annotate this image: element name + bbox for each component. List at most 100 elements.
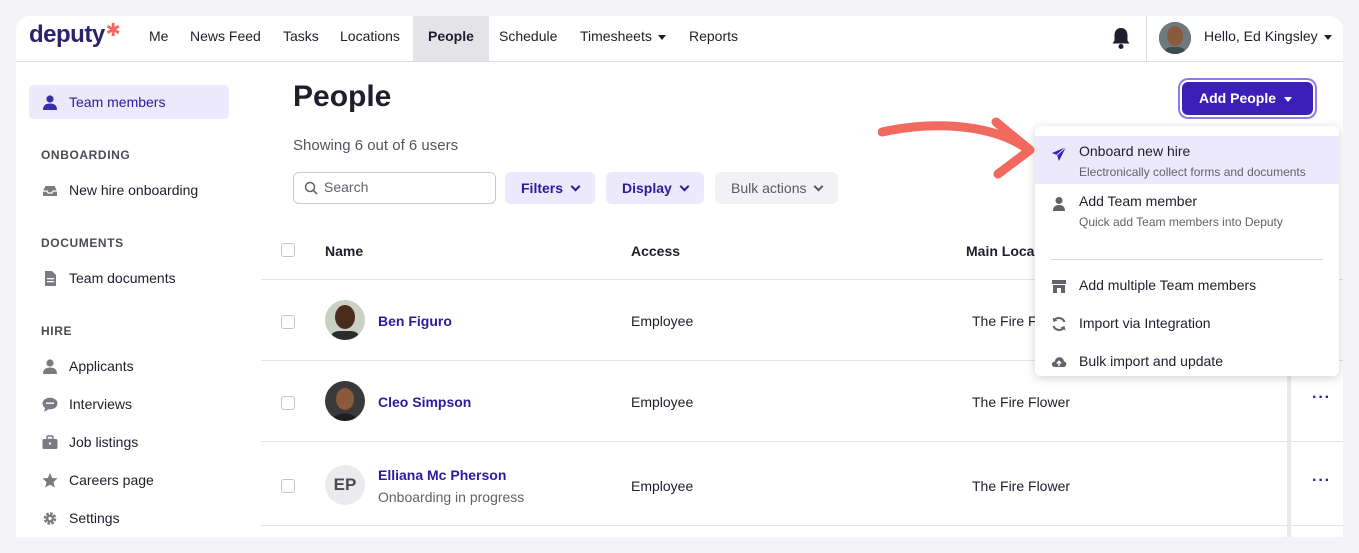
sidebar-item-label: Settings [69,510,120,526]
nav-item-news-feed[interactable]: News Feed [190,16,261,61]
sidebar-item-interviews[interactable]: Interviews [29,387,229,421]
inbox-icon [43,186,57,196]
onboarding-status: Onboarding in progress [378,489,525,505]
menu-item-add-multiple[interactable]: Add multiple Team members [1035,268,1339,304]
nav-item-me[interactable]: Me [149,16,168,61]
caret-down-icon [1323,34,1332,40]
menu-item-bulk-import[interactable]: Bulk import and update [1035,344,1339,380]
menu-item-label: Add Team member [1079,193,1198,209]
location-cell: The Fire Flower [972,478,1071,494]
location-cell: The Fire Flower [972,394,1071,410]
sidebar-item-job-listings[interactable]: Job listings [29,425,229,459]
chevron-down-icon [570,181,581,192]
person-name-link[interactable]: Elliana Mc Pherson [378,467,506,483]
sidebar-item-label: Job listings [69,434,139,450]
sidebar-item-applicants[interactable]: Applicants [29,349,229,383]
row-checkbox[interactable] [281,315,295,329]
logo-star-icon: ✱ [105,20,121,40]
sticky-column-edge [1287,372,1291,537]
location-cell: The Fire F [972,313,1037,329]
app-window: deputy✱ Me News Feed Tasks Locations Peo… [16,16,1343,537]
menu-item-label: Add multiple Team members [1079,277,1257,293]
top-navigation: deputy✱ Me News Feed Tasks Locations Peo… [16,16,1343,62]
nav-item-tasks[interactable]: Tasks [283,16,319,61]
column-header-location[interactable]: Main Loca [966,243,1034,259]
sidebar-heading-hire: HIRE [41,324,73,338]
nav-item-locations[interactable]: Locations [340,16,400,61]
nav-item-timesheets[interactable]: Timesheets [580,16,666,61]
add-people-menu: Onboard new hire Electronically collect … [1035,126,1339,376]
user-menu[interactable]: Hello, Ed Kingsley [1204,16,1332,56]
caret-down-icon [1284,96,1293,102]
person-icon [1053,197,1065,211]
add-people-button[interactable]: Add People [1182,82,1313,115]
sidebar-item-team-documents[interactable]: Team documents [29,261,229,295]
chat-bubble-icon [42,397,58,412]
row-checkbox[interactable] [281,479,295,493]
sidebar-heading-onboarding: ONBOARDING [41,148,131,162]
avatar [325,381,365,421]
menu-item-onboard-new-hire[interactable]: Onboard new hire Electronically collect … [1035,136,1339,184]
select-all-checkbox[interactable] [281,243,295,257]
bulk-actions-button[interactable]: Bulk actions [715,172,839,204]
menu-item-description: Electronically collect forms and documen… [1079,165,1306,179]
chevron-down-icon [679,181,690,192]
sidebar: Team members ONBOARDING New hire onboard… [16,62,256,537]
nav-item-people[interactable]: People [413,16,489,61]
refresh-icon [1052,317,1066,331]
gear-icon [43,512,57,525]
filters-button[interactable]: Filters [505,172,596,204]
access-cell: Employee [631,394,694,410]
menu-item-label: Bulk import and update [1079,353,1223,369]
row-checkbox[interactable] [281,396,295,410]
person-name-link[interactable]: Cleo Simpson [378,394,471,410]
sidebar-heading-documents: DOCUMENTS [41,236,124,250]
menu-item-description: Quick add Team members into Deputy [1079,215,1283,229]
caret-down-icon [657,34,666,40]
menu-item-label: Onboard new hire [1079,143,1191,159]
paper-plane-icon [1052,146,1067,161]
sidebar-item-label: Careers page [69,472,154,488]
annotation-arrow-icon [878,117,1035,179]
person-icon [43,95,57,110]
sidebar-item-label: Team documents [69,270,176,286]
access-cell: Employee [631,313,694,329]
column-header-access[interactable]: Access [631,243,680,259]
menu-divider [1051,259,1323,260]
person-name-link[interactable]: Ben Figuro [378,313,452,329]
sidebar-item-label: Interviews [69,396,133,412]
sidebar-item-label: Team members [69,94,166,110]
sidebar-item-new-hire-onboarding[interactable]: New hire onboarding [29,173,229,207]
avatar-initials: EP [325,465,365,505]
store-icon [1052,280,1066,293]
menu-item-import-integration[interactable]: Import via Integration [1035,306,1339,342]
bell-icon[interactable] [1110,26,1132,50]
deputy-logo[interactable]: deputy✱ [29,20,121,49]
search-input[interactable] [324,179,484,195]
menu-item-label: Import via Integration [1079,315,1211,331]
sidebar-item-settings[interactable]: Settings [29,501,229,535]
row-actions-button[interactable]: ··· [1312,389,1331,407]
row-actions-button[interactable]: ··· [1312,472,1331,490]
column-header-name[interactable]: Name [325,243,363,259]
document-icon [45,271,56,286]
display-button[interactable]: Display [606,172,704,204]
sidebar-item-label: Applicants [69,358,134,374]
search-icon [304,181,318,195]
search-box[interactable] [293,172,496,204]
user-avatar[interactable] [1159,22,1191,54]
nav-item-schedule[interactable]: Schedule [499,16,557,61]
sidebar-item-team-members[interactable]: Team members [29,85,229,119]
menu-item-add-team-member[interactable]: Add Team member Quick add Team members i… [1035,186,1339,246]
nav-item-reports[interactable]: Reports [689,16,738,61]
table-row[interactable]: EP Elliana Mc Pherson Onboarding in prog… [261,442,1343,526]
page-title: People [293,80,392,113]
star-icon [42,473,58,488]
access-cell: Employee [631,478,694,494]
nav-divider [1146,16,1147,61]
person-icon [43,359,57,374]
sidebar-item-label: New hire onboarding [69,182,199,198]
sidebar-item-careers-page[interactable]: Careers page [29,463,229,497]
briefcase-icon [42,435,58,449]
chevron-down-icon [814,181,824,192]
